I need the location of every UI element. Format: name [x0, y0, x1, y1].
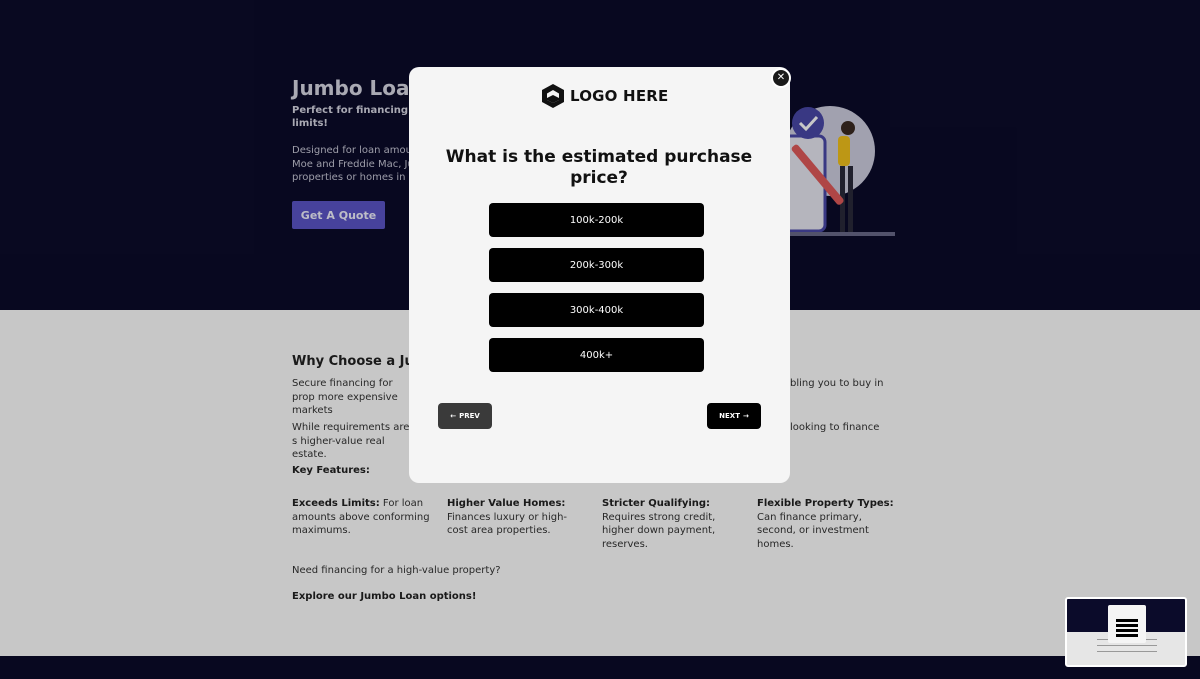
logo-text: LOGO HERE [570, 87, 669, 105]
thumbnail-line [1097, 645, 1157, 646]
thumbnail-option [1116, 629, 1138, 632]
option-200k-300k[interactable]: 200k-300k [489, 248, 704, 282]
question-title: What is the estimated purchase price? [445, 147, 753, 188]
arrow-right-icon: → [742, 412, 749, 420]
arrow-left-icon: ← [450, 412, 457, 420]
logo-icon [542, 84, 564, 108]
next-label: NEXT [719, 412, 740, 420]
thumbnail-option [1116, 624, 1138, 627]
thumbnail-option [1116, 634, 1138, 637]
close-icon[interactable]: ✕ [771, 68, 791, 88]
option-300k-400k[interactable]: 300k-400k [489, 293, 704, 327]
option-400k-plus[interactable]: 400k+ [489, 338, 704, 372]
option-100k-200k[interactable]: 100k-200k [489, 203, 704, 237]
thumbnail-line [1097, 651, 1157, 652]
logo: LOGO HERE [540, 83, 668, 109]
next-button[interactable]: NEXT → [707, 403, 761, 429]
page-preview-thumbnail[interactable] [1065, 597, 1187, 667]
prev-button[interactable]: ← PREV [438, 403, 492, 429]
prev-label: PREV [459, 412, 480, 420]
thumbnail-option [1116, 619, 1138, 622]
